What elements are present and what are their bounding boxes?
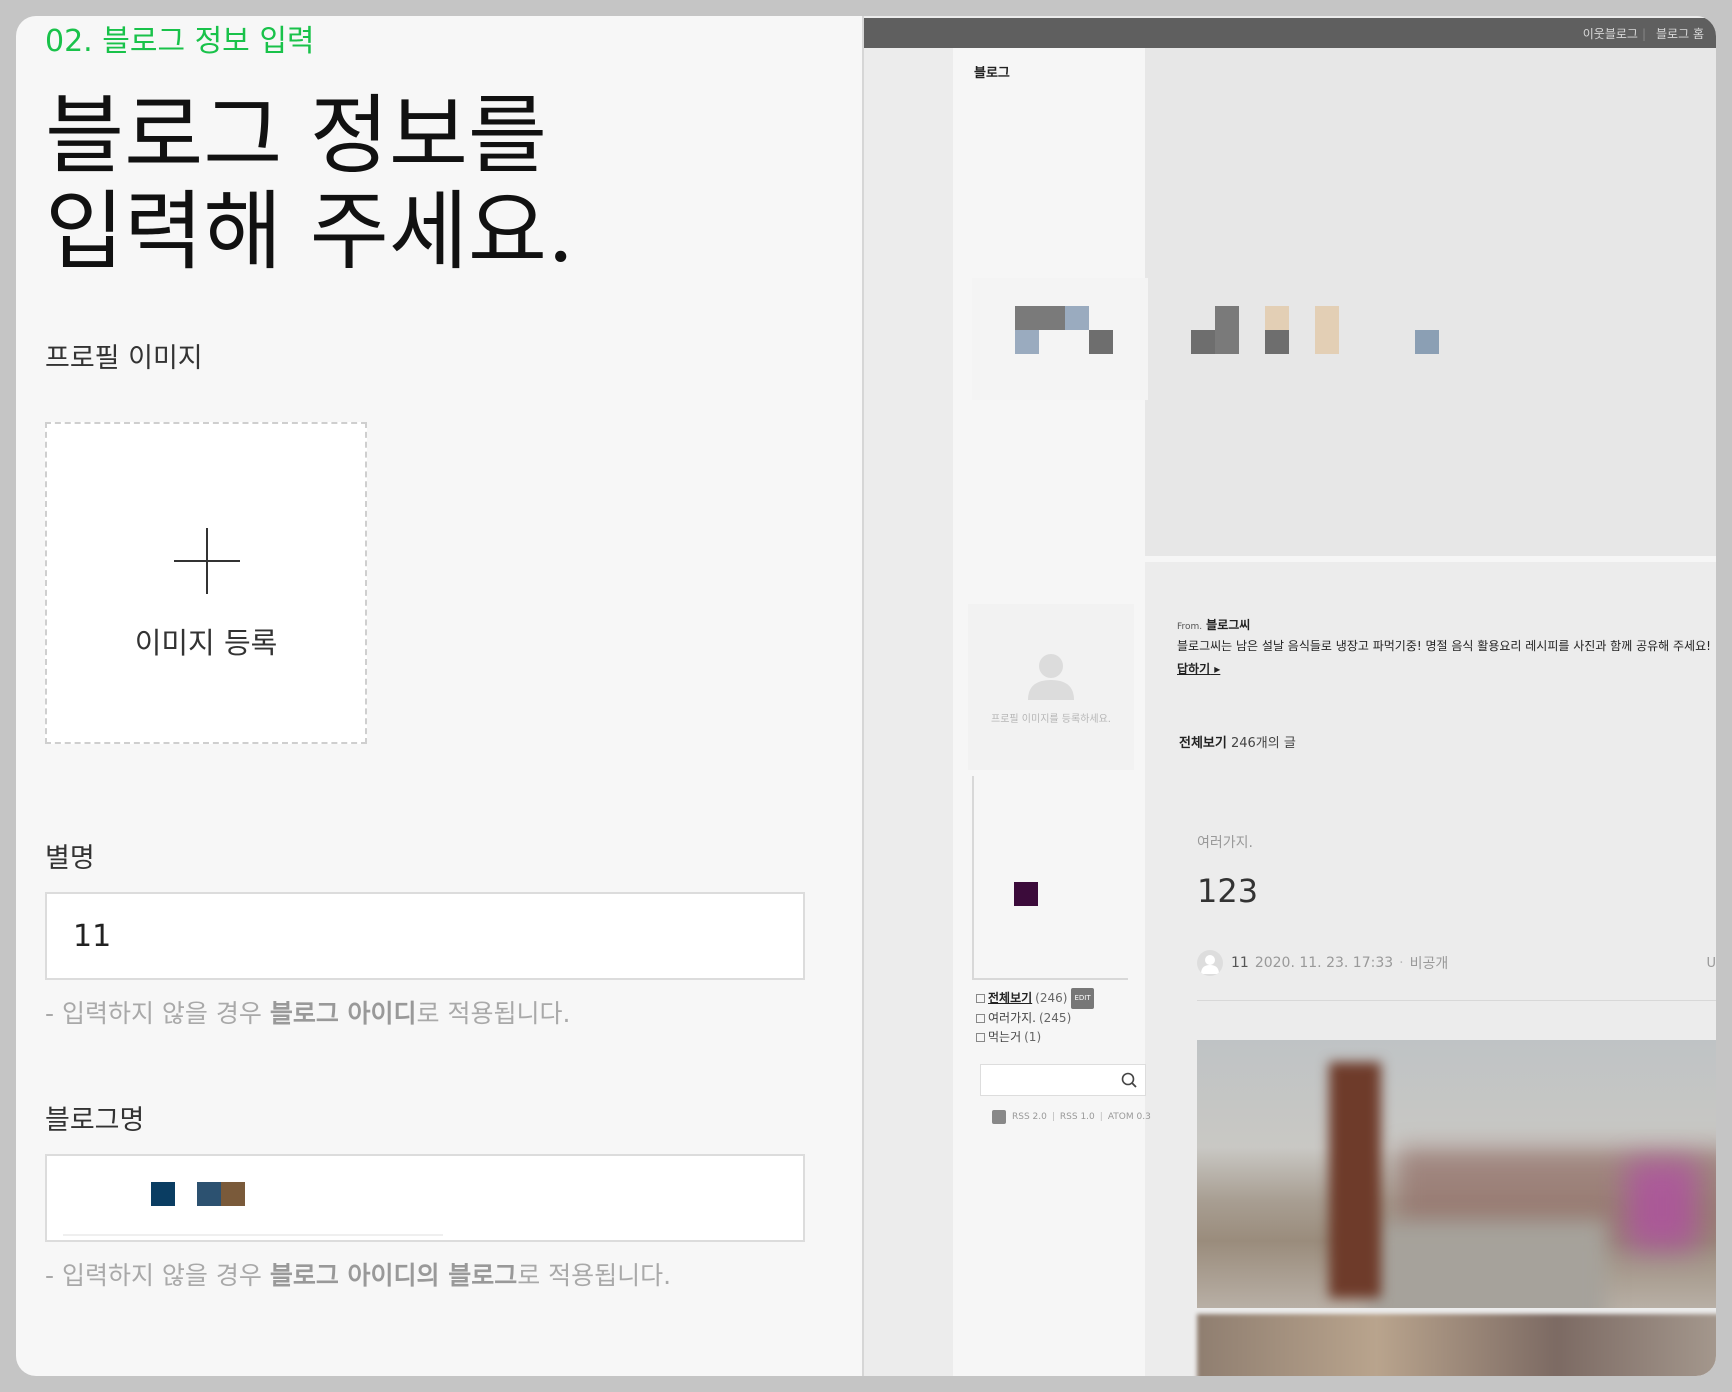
blogname-label: 블로그명 [45,1105,145,1136]
photo-highlight [1627,1160,1697,1250]
nickname-field-wrap [45,892,805,980]
checkbox-icon [976,1033,985,1042]
page-title-line1: 블로그 정보를 [45,86,548,186]
category-count: (1) [1024,1030,1042,1044]
post-date: 2020. 11. 23. 17:33 [1254,955,1394,971]
photo-tower [1329,1062,1381,1298]
separator: | [1099,1112,1103,1122]
feed-link[interactable]: ATOM 0.3 [1108,1112,1151,1122]
category-item[interactable]: 여러가지. (245) [976,1009,1094,1028]
redacted-block [151,1182,175,1206]
step-indicator: 02. 블로그 정보 입력 [45,24,315,59]
post-title: 123 [1197,872,1259,910]
search-icon[interactable] [1121,1072,1137,1088]
feed-links: RSS 2.0 | RSS 1.0 | ATOM 0.3 [992,1110,1151,1124]
redacted-block [1089,330,1113,354]
blogname-hint: - 입력하지 않을 경우 블로그 아이디의 블로그로 적용됩니다. [45,1256,671,1292]
preview-content: From. 블로그씨 블로그씨는 남은 설날 음식들로 냉장고 파먹기중! 명절 … [1177,16,1716,1376]
category-count: (246) [1035,991,1068,1005]
all-posts-summary: 전체보기 246개의 글 [1179,732,1296,751]
url-link[interactable]: UR [1706,956,1716,971]
post-divider [1197,1000,1716,1001]
separator: | [1051,1112,1055,1122]
plus-icon [174,528,240,594]
redacted-block [1015,306,1065,330]
profile-image-label: 프로필 이미지 [45,343,203,374]
nickname-label: 별명 [45,843,95,874]
category-item[interactable]: 전체보기 (246) EDIT [976,988,1094,1009]
redacted-block [1014,882,1038,906]
greeting-text: 블로그씨는 남은 설날 음식들로 냉장고 파먹기중! 명절 음식 활용요리 레시… [1177,639,1711,653]
reply-label: 답하기 [1177,662,1211,676]
category-frame [972,776,1128,980]
redacted-block [1015,330,1039,354]
nickname-field[interactable] [47,894,803,978]
post-category[interactable]: 여러가지. [1197,832,1253,852]
blogname-field-wrap [45,1154,805,1242]
redacted-block [1065,306,1089,330]
blogname-hint-suffix: 로 적용됩니다. [517,1261,672,1290]
category-name: 전체보기 [988,991,1033,1005]
nickname-hint-prefix: - 입력하지 않을 경우 [45,999,270,1028]
checkbox-icon [976,994,985,1003]
page-title: 블로그 정보를 입력해 주세요. [45,88,574,280]
preview-search [980,1064,1146,1096]
category-count: (245) [1038,1011,1072,1025]
from-name: 블로그씨 [1206,618,1251,632]
profile-placeholder: 프로필 이미지를 등록하세요. [968,604,1134,770]
from-line: From. 블로그씨 [1177,616,1250,633]
user-icon [1028,654,1074,700]
checkbox-icon [976,1014,985,1023]
image-upload-button[interactable]: 이미지 등록 [45,422,367,744]
field-underline [63,1234,443,1236]
nickname-hint-bold: 블로그 아이디 [269,999,417,1028]
reply-link[interactable]: 답하기 ▸ [1177,660,1220,677]
page-title-line2: 입력해 주세요. [45,182,575,282]
blogname-hint-bold: 블로그 아이디의 블로그 [269,1261,518,1290]
post-author: 11 [1231,955,1249,971]
profile-placeholder-text: 프로필 이미지를 등록하세요. [991,714,1111,725]
nickname-hint-suffix: 로 적용됩니다. [416,999,571,1028]
from-prefix: From. [1177,622,1203,632]
redacted-block [221,1182,245,1206]
all-posts-label[interactable]: 전체보기 [1179,736,1227,751]
category-item[interactable]: 먹는거 (1) [976,1028,1094,1047]
image-upload-label: 이미지 등록 [134,626,278,660]
post-visibility: 비공개 [1409,956,1449,972]
edit-badge[interactable]: EDIT [1071,988,1094,1009]
signup-card: 02. 블로그 정보 입력 블로그 정보를 입력해 주세요. 프로필 이미지 이… [16,16,1716,1376]
all-posts-count: 246개의 글 [1230,736,1296,751]
feed-link[interactable]: RSS 1.0 [1060,1112,1095,1122]
preview-search-input[interactable] [981,1065,1111,1095]
redacted-block [197,1182,221,1206]
blog-preview: 이웃블로그 | 블로그 홈 블로그 프로필 이미지를 등록하세요. 전체보기 (… [864,16,1716,1376]
blogname-hint-prefix: - 입력하지 않을 경우 [45,1261,270,1290]
photo-road [1367,1220,1607,1308]
post-photo [1197,1314,1716,1376]
post-meta: 11 2020. 11. 23. 17:33 · 비공개 [1197,950,1448,976]
category-name: 먹는거 [988,1030,1022,1044]
rss-icon [992,1110,1006,1124]
category-list: 전체보기 (246) EDIT 여러가지. (245) 먹는거 (1) [976,988,1094,1047]
category-name: 여러가지. [988,1011,1036,1025]
preview-blog-title: 블로그 [974,66,1010,81]
separator: · [1399,955,1404,971]
title-area [972,278,1148,400]
user-icon [1201,955,1219,974]
feed-link[interactable]: RSS 2.0 [1012,1112,1047,1122]
post-photo [1197,1040,1716,1308]
avatar [1197,950,1223,976]
nickname-hint: - 입력하지 않을 경우 블로그 아이디로 적용됩니다. [45,994,570,1030]
